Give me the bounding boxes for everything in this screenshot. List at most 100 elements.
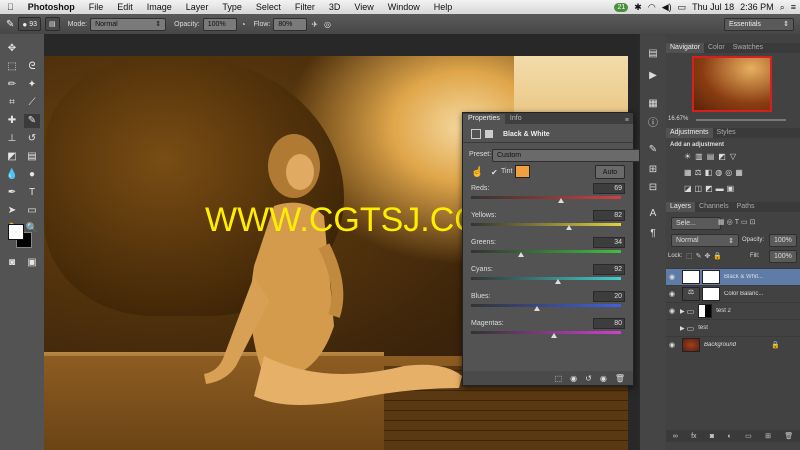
blur-tool-icon[interactable]: 💧 xyxy=(4,168,20,182)
menu-help[interactable]: Help xyxy=(427,2,460,12)
clock-time[interactable]: 2:36 PM xyxy=(740,2,774,12)
app-menu[interactable]: Photoshop xyxy=(21,2,82,12)
flow-field[interactable]: 80% xyxy=(273,17,308,31)
quick-select-tool-icon[interactable]: ✏ xyxy=(4,78,20,92)
tab-adjustments[interactable]: Adjustments xyxy=(666,128,713,138)
opacity-field[interactable]: 100% xyxy=(202,17,237,31)
link-layers-icon[interactable]: ∞ xyxy=(673,433,678,440)
pen-tool-icon[interactable]: ✒ xyxy=(4,186,20,200)
screen-mode-icon[interactable]: ▣ xyxy=(24,256,40,270)
slider-track[interactable] xyxy=(471,277,621,280)
menu-edit[interactable]: Edit xyxy=(110,2,140,12)
new-group-icon[interactable]: ▭ xyxy=(745,432,752,440)
layer-row[interactable]: ◉ ⚖ Color Balanc... xyxy=(666,285,800,302)
tint-checkbox[interactable]: ✔ xyxy=(491,168,498,177)
bluetooth-icon[interactable]: ✱ xyxy=(634,2,642,13)
tint-color-swatch[interactable] xyxy=(515,165,530,178)
slider-track[interactable] xyxy=(471,304,621,307)
mode-dropdown[interactable]: Normal ⇕ xyxy=(90,17,167,31)
blend-mode-dropdown[interactable]: Normal ⇕ xyxy=(671,234,739,247)
visibility-eye-icon[interactable]: ◉ xyxy=(666,341,678,349)
tab-channels[interactable]: Channels xyxy=(695,202,733,212)
eyedropper-tool-icon[interactable]: ⟋ xyxy=(24,96,40,110)
path-select-tool-icon[interactable]: ➤ xyxy=(4,204,20,218)
layer-opacity-field[interactable]: 100% xyxy=(769,234,797,247)
dodge-tool-icon[interactable]: ● xyxy=(24,168,40,182)
properties-panel-icon[interactable]: ▦ xyxy=(646,98,660,110)
menu-type[interactable]: Type xyxy=(215,2,249,12)
slider-thumb[interactable] xyxy=(558,198,564,203)
clock-date[interactable]: Thu Jul 18 xyxy=(692,2,734,12)
battery-icon[interactable]: ▭ xyxy=(678,2,687,13)
slider-thumb[interactable] xyxy=(550,333,557,338)
navigator-zoom[interactable]: 16.67% xyxy=(668,116,688,122)
brush-tool-icon[interactable]: ✎ xyxy=(6,19,14,30)
layer-style-icon[interactable]: fx xyxy=(691,433,696,440)
preset-dropdown[interactable]: Custom⇕ xyxy=(492,149,650,162)
list-menu-icon[interactable]: ≡ xyxy=(791,2,796,12)
trash-icon[interactable]: 🗑 xyxy=(615,374,625,383)
paragraph-panel-icon[interactable]: ¶ xyxy=(646,228,660,240)
delete-layer-icon[interactable]: 🗑 xyxy=(784,432,793,440)
info-panel-icon[interactable]: ⓘ xyxy=(646,118,660,130)
clone-stamp-tool-icon[interactable]: ⊥ xyxy=(4,132,20,146)
quick-mask-icon[interactable]: ◙ xyxy=(4,256,20,270)
marquee-tool-icon[interactable]: ⬚ xyxy=(4,60,20,74)
brush-panel-toggle-icon[interactable]: ▤ xyxy=(44,17,60,31)
crop-tool-icon[interactable]: ⌗ xyxy=(4,96,20,110)
auto-button[interactable]: Auto xyxy=(595,165,625,179)
notification-badge[interactable]: 21 xyxy=(614,2,629,12)
new-adjustment-icon[interactable]: ◐ xyxy=(728,433,732,440)
reset-icon[interactable]: ↺ xyxy=(585,374,592,383)
visibility-icon[interactable]: ◉ xyxy=(600,374,607,383)
workspace-switcher[interactable]: Essentials ⇕ xyxy=(724,17,794,31)
mask-icon[interactable] xyxy=(485,130,493,138)
history-brush-tool-icon[interactable]: ↺ xyxy=(24,132,40,146)
lasso-tool-icon[interactable]: ᘓ xyxy=(24,60,40,74)
tab-swatches[interactable]: Swatches xyxy=(729,43,767,53)
tab-info[interactable]: Info xyxy=(505,114,527,124)
slider-thumb[interactable] xyxy=(555,279,561,284)
layer-filter-icons[interactable]: ▦◎T▭⊡ xyxy=(718,218,757,226)
tab-layers[interactable]: Layers xyxy=(666,202,696,212)
menu-filter[interactable]: Filter xyxy=(288,2,322,12)
layer-row[interactable]: ◉ Background 🔒 xyxy=(666,336,800,353)
volume-icon[interactable]: ◀) xyxy=(662,2,672,13)
layer-row[interactable]: ◉ ▶ ▭ test 2 xyxy=(666,302,800,319)
expand-arrow-icon[interactable]: ▶ xyxy=(680,308,685,315)
slider-thumb[interactable] xyxy=(517,252,524,257)
menu-window[interactable]: Window xyxy=(381,2,427,12)
tool-presets-panel-icon[interactable]: ⊟ xyxy=(646,182,660,194)
slider-thumb[interactable] xyxy=(565,225,572,230)
adjustment-icons-row1[interactable]: ☀▥▤◩▽ xyxy=(684,152,784,161)
opacity-pressure-icon[interactable]: ◔ xyxy=(241,20,246,29)
menu-image[interactable]: Image xyxy=(140,2,179,12)
slider-value-field[interactable]: 20 xyxy=(593,291,625,302)
slider-value-field[interactable]: 82 xyxy=(593,210,625,221)
shape-tool-icon[interactable]: ▭ xyxy=(24,204,40,218)
move-tool-icon[interactable]: ✥ xyxy=(4,42,20,56)
tab-styles[interactable]: Styles xyxy=(713,128,740,138)
navigator-zoom-slider[interactable] xyxy=(696,119,786,121)
foreground-color-swatch[interactable] xyxy=(8,224,24,240)
apple-menu-icon[interactable]:  xyxy=(0,2,21,12)
visibility-eye-icon[interactable]: ◉ xyxy=(666,273,678,281)
new-layer-icon[interactable]: ⊞ xyxy=(765,432,771,440)
brush-tool-icon[interactable]: ✎ xyxy=(24,114,40,128)
brush-presets-panel-icon[interactable]: ⊞ xyxy=(646,164,660,176)
expand-arrow-icon[interactable]: ▶ xyxy=(680,325,685,332)
slider-thumb[interactable] xyxy=(534,306,540,311)
slider-value-field[interactable]: 80 xyxy=(593,318,625,329)
slider-track[interactable] xyxy=(471,196,621,199)
magic-wand-tool-icon[interactable]: ✦ xyxy=(24,78,40,92)
visibility-eye-icon[interactable]: ◉ xyxy=(666,307,678,315)
airbrush-icon[interactable]: ✈ xyxy=(311,20,318,29)
brush-panel-icon[interactable]: ✎ xyxy=(646,144,660,156)
slider-track[interactable] xyxy=(471,250,621,253)
actions-panel-icon[interactable]: ▶ xyxy=(646,70,660,82)
eraser-tool-icon[interactable]: ◩ xyxy=(4,150,20,164)
menu-3d[interactable]: 3D xyxy=(322,2,348,12)
tab-properties[interactable]: Properties xyxy=(463,114,505,124)
pressure-size-icon[interactable]: ◎ xyxy=(324,20,331,29)
layer-filter-kind[interactable]: Sele... xyxy=(671,217,721,230)
